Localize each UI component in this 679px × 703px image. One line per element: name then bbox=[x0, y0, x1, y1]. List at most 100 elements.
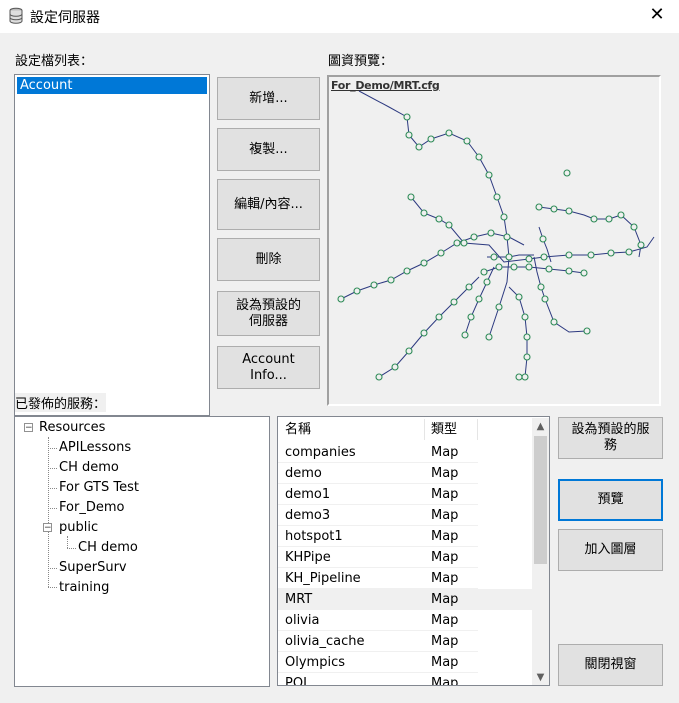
cell-name: Olympics bbox=[285, 655, 345, 670]
cell-type: Map bbox=[431, 613, 459, 628]
vertical-scrollbar[interactable]: ▲ ▼ bbox=[532, 418, 549, 685]
cell-type: Map bbox=[431, 550, 459, 565]
cell-type: Map bbox=[431, 676, 459, 686]
set-default-server-button[interactable]: 設為預設的 伺服器 bbox=[217, 291, 320, 336]
table-row[interactable]: demo3 Map bbox=[278, 505, 532, 526]
close-icon[interactable]: ✕ bbox=[646, 6, 668, 26]
cell-type: Map bbox=[431, 634, 459, 649]
title-bar: 設定伺服器 ✕ bbox=[0, 0, 679, 33]
tree-node-for-gts-test[interactable]: For GTS Test bbox=[59, 480, 139, 496]
tree-guide bbox=[67, 548, 76, 549]
add-button-label: 新增... bbox=[249, 90, 288, 106]
table-row[interactable]: olivia_cache Map bbox=[278, 631, 532, 652]
set-default-server-label-1: 設為預設的 bbox=[235, 297, 301, 313]
add-button[interactable]: 新增... bbox=[217, 77, 320, 120]
cell-type: Map bbox=[431, 508, 459, 523]
scrollbar-thumb[interactable] bbox=[534, 436, 547, 564]
column-header-name[interactable]: 名稱 bbox=[285, 419, 311, 440]
tree-guide bbox=[48, 488, 57, 489]
services-table[interactable]: 名稱 類型 companies Map demo Map demo1 Map demo3 Ma… bbox=[277, 416, 550, 686]
tree-node-training[interactable]: training bbox=[59, 580, 109, 596]
cell-name: olivia bbox=[285, 613, 320, 628]
tree-guide bbox=[48, 587, 57, 588]
table-row[interactable]: companies Map bbox=[278, 442, 532, 463]
set-default-service-label-1: 設為預設的服 bbox=[571, 422, 650, 437]
tree-node-public-ch-demo[interactable]: CH demo bbox=[78, 540, 138, 556]
mrt-map bbox=[337, 90, 655, 381]
tree-node-resources[interactable]: Resources bbox=[39, 420, 105, 436]
cell-name: demo1 bbox=[285, 487, 331, 502]
cell-name: olivia_cache bbox=[285, 634, 365, 649]
tree-node-apilessons[interactable]: APILessons bbox=[59, 440, 131, 456]
close-window-button-label: 關閉視窗 bbox=[584, 657, 637, 672]
set-default-service-button[interactable]: 設為預設的服 務 bbox=[558, 417, 663, 459]
set-default-service-label-2: 務 bbox=[603, 438, 617, 453]
set-default-server-label-2: 伺服器 bbox=[248, 313, 288, 329]
cell-type: Map bbox=[431, 592, 459, 607]
cell-type: Map bbox=[431, 487, 459, 502]
profile-list-label: 設定檔列表： bbox=[15, 54, 94, 69]
tree-node-supersurv[interactable]: SuperSurv bbox=[59, 560, 127, 576]
profile-item-account[interactable]: Account bbox=[17, 77, 207, 94]
add-layer-button[interactable]: 加入圖層 bbox=[558, 529, 663, 571]
cell-type: Map bbox=[431, 655, 459, 670]
window-title: 設定伺服器 bbox=[30, 10, 100, 26]
table-row[interactable]: demo Map bbox=[278, 463, 532, 484]
table-row[interactable]: olivia Map bbox=[278, 610, 532, 631]
table-row[interactable]: MRT Map bbox=[278, 589, 532, 610]
copy-button[interactable]: 複製... bbox=[217, 128, 320, 171]
cell-name: POI bbox=[285, 676, 307, 686]
profile-list[interactable] bbox=[14, 74, 210, 416]
edit-button[interactable]: 編輯/內容... bbox=[217, 179, 320, 230]
tree-guide bbox=[48, 468, 57, 469]
header-divider bbox=[477, 419, 478, 440]
services-tree[interactable]: − Resources APILessons CH demo For GTS T… bbox=[14, 416, 270, 687]
header-divider bbox=[424, 419, 425, 440]
cell-type: Map bbox=[431, 571, 459, 586]
table-row[interactable]: Olympics Map bbox=[278, 652, 532, 673]
table-row[interactable]: demo1 Map bbox=[278, 484, 532, 505]
tree-guide bbox=[67, 536, 68, 548]
cell-type: Map bbox=[431, 466, 459, 481]
tree-node-ch-demo[interactable]: CH demo bbox=[59, 460, 119, 476]
tree-node-for-demo[interactable]: For_Demo bbox=[59, 500, 124, 516]
preview-label: 圖資預覽： bbox=[328, 54, 394, 69]
delete-button-label: 刪除 bbox=[255, 251, 282, 267]
table-row[interactable]: POI Map bbox=[278, 673, 532, 686]
edit-button-label: 編輯/內容... bbox=[234, 196, 303, 212]
collapse-icon[interactable]: − bbox=[43, 523, 52, 533]
cell-name: MRT bbox=[285, 592, 313, 607]
table-row[interactable]: KHPipe Map bbox=[278, 547, 532, 568]
cell-name: hotspot1 bbox=[285, 529, 343, 544]
preview-button-label: 預覽 bbox=[597, 492, 624, 507]
cell-name: KHPipe bbox=[285, 550, 331, 565]
cell-name: companies bbox=[285, 445, 356, 460]
collapse-icon[interactable]: − bbox=[24, 423, 33, 433]
cell-name: demo bbox=[285, 466, 322, 481]
delete-button[interactable]: 刪除 bbox=[217, 238, 320, 281]
tree-guide bbox=[48, 437, 49, 587]
map-preview: For_Demo/MRT.cfg bbox=[327, 75, 661, 406]
tree-guide bbox=[48, 508, 57, 509]
scroll-up-icon[interactable]: ▲ bbox=[532, 418, 549, 435]
scroll-down-icon[interactable]: ▼ bbox=[532, 669, 549, 685]
tree-node-public[interactable]: public bbox=[59, 520, 98, 536]
cell-name: demo3 bbox=[285, 508, 331, 523]
cell-type: Map bbox=[431, 529, 459, 544]
account-info-label-2: Info... bbox=[250, 367, 287, 383]
preview-button[interactable]: 預覽 bbox=[558, 479, 663, 521]
tree-guide bbox=[48, 448, 57, 449]
cell-name: KH_Pipeline bbox=[285, 571, 361, 586]
tree-guide bbox=[48, 568, 57, 569]
table-row[interactable]: KH_Pipeline Map bbox=[278, 568, 532, 589]
services-label: 已發佈的服務： bbox=[15, 393, 107, 412]
copy-button-label: 複製... bbox=[249, 141, 288, 157]
add-layer-button-label: 加入圖層 bbox=[584, 542, 637, 557]
account-info-button[interactable]: Account Info... bbox=[217, 346, 320, 389]
account-info-label-1: Account bbox=[242, 351, 295, 367]
table-row[interactable]: hotspot1 Map bbox=[278, 526, 532, 547]
close-window-button[interactable]: 關閉視窗 bbox=[558, 644, 663, 686]
column-header-type[interactable]: 類型 bbox=[431, 419, 457, 440]
database-icon bbox=[7, 7, 25, 25]
cell-type: Map bbox=[431, 445, 459, 460]
